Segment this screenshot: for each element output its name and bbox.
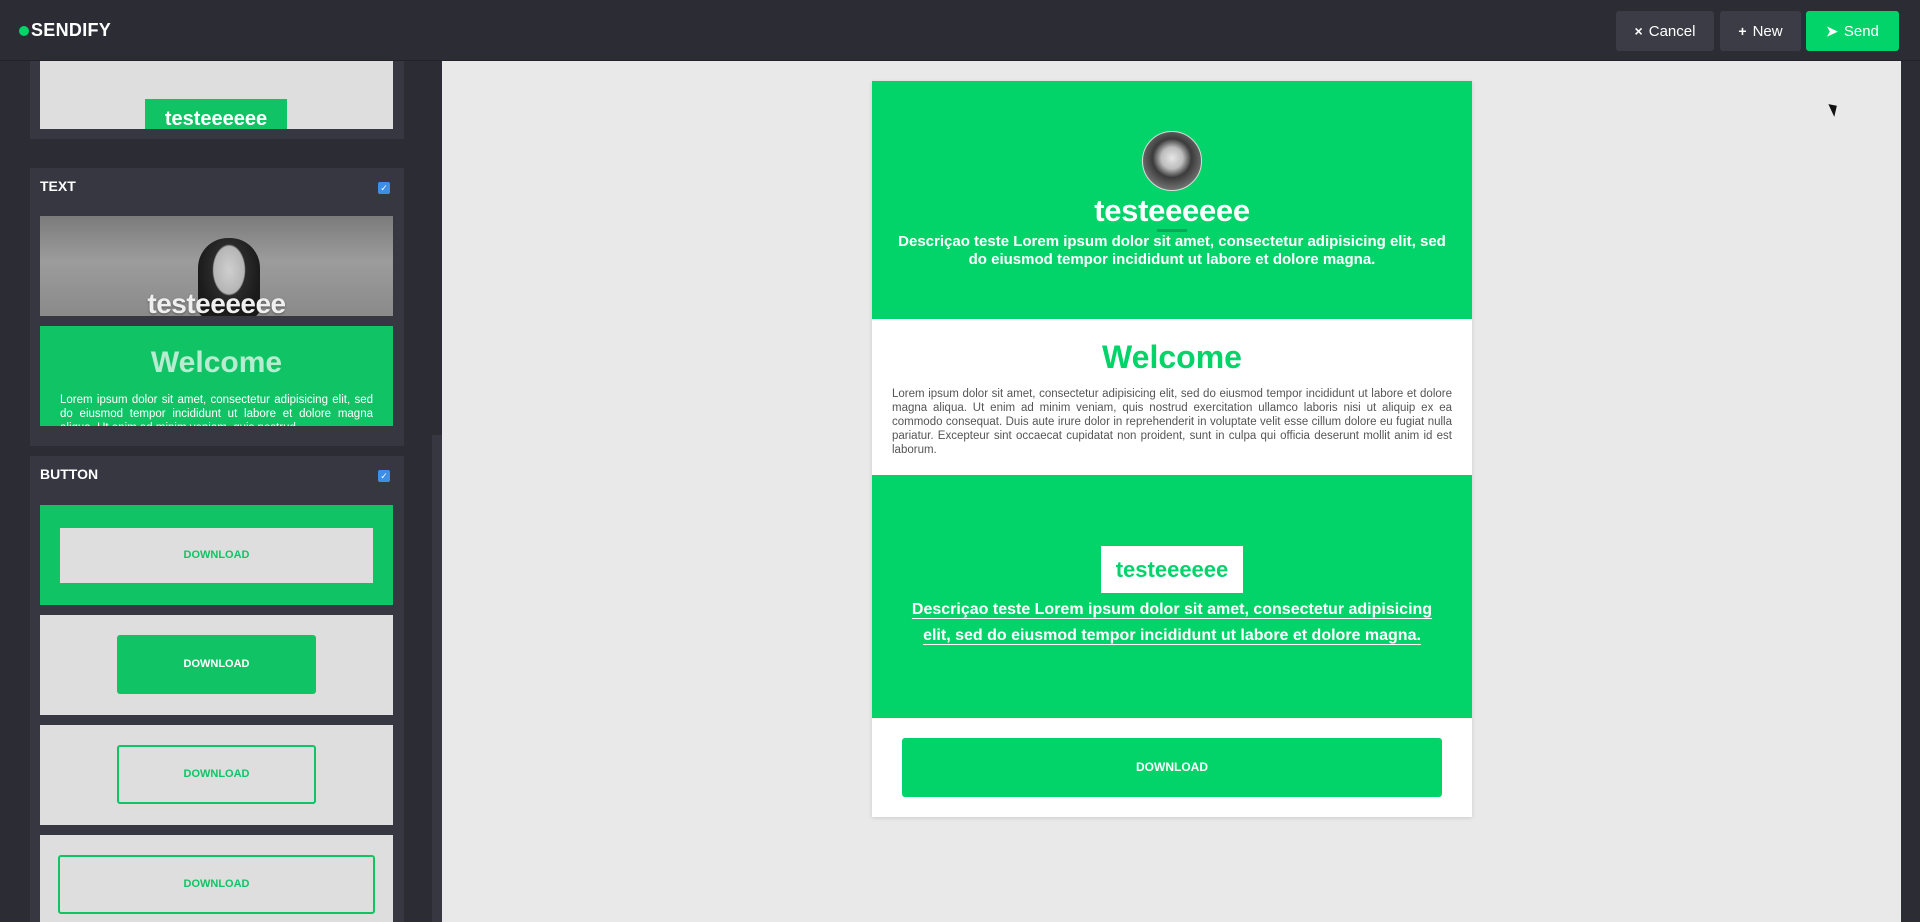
cancel-button[interactable]: × Cancel — [1616, 11, 1714, 51]
brand-name: SENDIFY — [31, 20, 112, 40]
thumb-welcome-title: Welcome — [150, 346, 283, 379]
block-thumb-welcome[interactable]: Welcome Lorem ipsum dolor sit amet, cons… — [40, 326, 393, 426]
email-cta-section[interactable]: testeeeeee Descriçao teste Lorem ipsum d… — [872, 475, 1472, 718]
block-library-sidebar: testeeeeee TEXT ✓ testeeeeee Welcome Lor… — [0, 61, 432, 922]
panel-title-text: TEXT — [40, 178, 76, 194]
block-thumb-button-outline-wide[interactable]: DOWNLOAD — [40, 835, 393, 922]
panel-text-checkbox[interactable]: ✓ — [378, 182, 390, 194]
block-thumb-button-outline[interactable]: DOWNLOAD — [40, 725, 393, 825]
thumb-download-label: DOWNLOAD — [117, 635, 316, 694]
block-thumb-photo-text[interactable]: testeeeeee — [40, 216, 393, 316]
new-button[interactable]: + New — [1720, 11, 1801, 51]
top-bar: SENDIFY × Cancel + New ➤ Send — [0, 0, 1920, 61]
welcome-title[interactable]: Welcome — [872, 339, 1472, 376]
panel-partial: testeeeeee — [30, 61, 404, 139]
cancel-label: Cancel — [1648, 22, 1696, 40]
avatar — [1142, 131, 1202, 191]
panel-button-checkbox[interactable]: ✓ — [378, 470, 390, 482]
paper-plane-icon: ➤ — [1826, 22, 1838, 39]
new-label: New — [1752, 22, 1783, 40]
hero-title[interactable]: testeeeeee — [872, 193, 1472, 229]
panel-text: TEXT ✓ testeeeeee Welcome Lorem ipsum do… — [30, 168, 404, 446]
thumb-download-label: DOWNLOAD — [58, 855, 375, 914]
block-thumb-partial[interactable]: testeeeeee — [40, 61, 393, 129]
sidebar-scrollbar-thumb[interactable] — [432, 435, 442, 922]
panel-title-button: BUTTON — [40, 466, 99, 482]
photo-caption: testeeeeee — [147, 288, 286, 316]
block-thumb-button-solid[interactable]: DOWNLOAD — [40, 615, 393, 715]
canvas-scrollbar[interactable] — [1901, 61, 1920, 922]
panel-button: BUTTON ✓ DOWNLOAD DOWNLOAD DOWNLOAD DOWN… — [30, 456, 404, 922]
email-hero-section[interactable]: testeeeeee Descriçao teste Lorem ipsum d… — [872, 81, 1472, 319]
brand-logo[interactable]: SENDIFY — [19, 20, 111, 41]
thumb-download-label: DOWNLOAD — [117, 745, 316, 804]
download-button[interactable]: DOWNLOAD — [902, 738, 1442, 797]
email-welcome-section[interactable]: Welcome Lorem ipsum dolor sit amet, cons… — [872, 319, 1472, 475]
cta-label-box[interactable]: testeeeeee — [1101, 546, 1243, 593]
email-download-section[interactable]: DOWNLOAD — [872, 718, 1472, 817]
thumb-welcome-body: Lorem ipsum dolor sit amet, consectetur … — [60, 394, 373, 426]
cta-description-link[interactable]: Descriçao teste Lorem ipsum dolor sit am… — [902, 597, 1442, 649]
partial-thumb-label: testeeeeee — [145, 99, 287, 129]
thumb-download-label: DOWNLOAD — [60, 528, 373, 583]
hero-description[interactable]: Descriçao teste Lorem ipsum dolor sit am… — [898, 233, 1446, 269]
send-button[interactable]: ➤ Send — [1806, 11, 1899, 51]
plus-icon: + — [1738, 23, 1747, 39]
send-label: Send — [1843, 22, 1879, 40]
hero-title-underline — [1157, 229, 1187, 232]
email-preview: testeeeeee Descriçao teste Lorem ipsum d… — [872, 81, 1472, 817]
mouse-cursor-icon — [1828, 101, 1841, 117]
brand-dot-icon — [19, 25, 29, 36]
block-thumb-button-filled-inverse[interactable]: DOWNLOAD — [40, 505, 393, 605]
welcome-body[interactable]: Lorem ipsum dolor sit amet, consectetur … — [892, 387, 1452, 457]
close-icon: × — [1634, 23, 1643, 39]
